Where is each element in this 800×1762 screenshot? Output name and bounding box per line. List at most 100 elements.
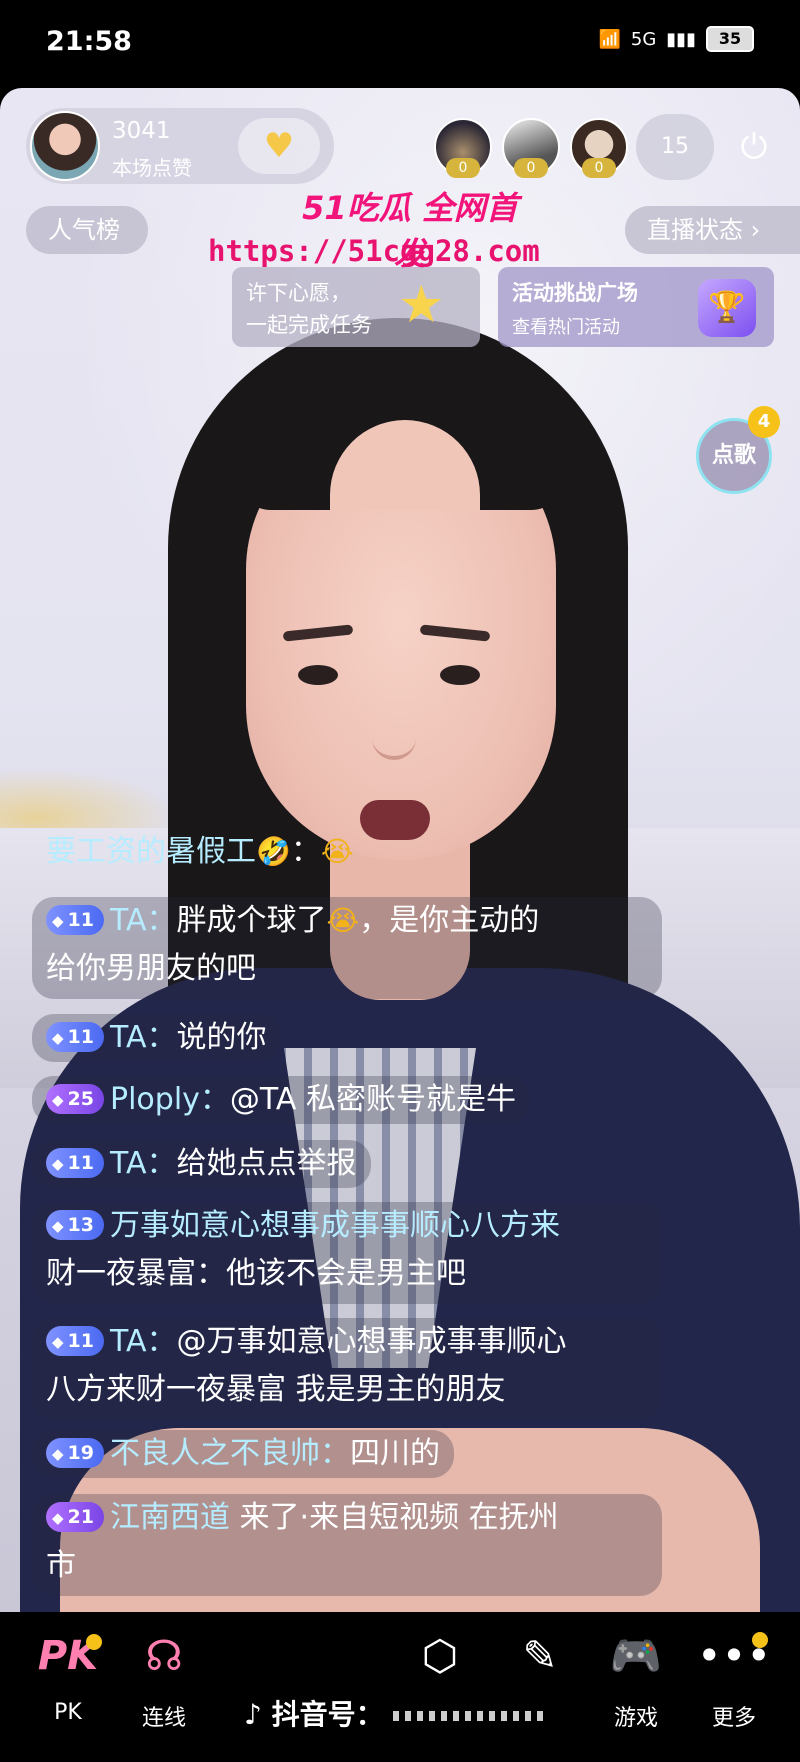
gem-icon: ◆ xyxy=(52,1509,64,1527)
status-icons: 📶 5G ▮▮▮ 35 xyxy=(598,26,754,52)
viewer-badge-2: 0 xyxy=(514,158,548,178)
chat-message-5[interactable]: ◆ 13 万事如意心想事成事事顺心八方来 财一夜暴富：他该不会是男主吧 xyxy=(32,1202,662,1304)
chat-message-4[interactable]: ◆ 11 TA：给她点点举报 xyxy=(32,1140,371,1188)
pk-label: PK xyxy=(54,1700,82,1725)
chat-name: 要工资的暑假工 xyxy=(46,834,256,869)
chat-text-continued: ，是你主动的 xyxy=(359,903,540,938)
chat-text: 给她点点举报 xyxy=(176,1146,357,1181)
status-time: 21:58 xyxy=(46,26,132,57)
network-label: 5G xyxy=(630,28,657,50)
magic-wand-icon: ✎ xyxy=(522,1631,558,1680)
challenge-title: 活动挑战广场 xyxy=(512,281,638,305)
pk-notification-dot xyxy=(86,1634,102,1650)
viewer-badge-3: 0 xyxy=(582,158,616,178)
heart-icon[interactable]: ♥ xyxy=(238,118,320,174)
chat-name: 江南西道 xyxy=(110,1500,230,1535)
level-badge: ◆ 11 xyxy=(46,1326,104,1356)
live-status-button[interactable]: 直播状态 › xyxy=(625,206,800,254)
crying-emoji-icon: 😭 xyxy=(320,835,354,868)
more-notification-dot xyxy=(752,1632,768,1648)
chat-text: ： xyxy=(290,834,321,869)
chat-message-8[interactable]: ◆ 21 江南西道 来了·来自短视频 在抚州 市 xyxy=(32,1494,662,1596)
douyin-id-redacted xyxy=(393,1711,544,1721)
beauty-button[interactable]: ⬡ xyxy=(400,1626,480,1686)
link-icon: ☊ xyxy=(145,1631,183,1680)
chat-message-3[interactable]: ◆ 25 Ploply：@TA 私密账号就是牛 xyxy=(32,1076,530,1124)
popularity-chart-button[interactable]: 人气榜 xyxy=(26,206,148,254)
chat-message-7[interactable]: ◆ 19 不良人之不良帅：四川的 xyxy=(32,1430,454,1478)
gem-icon: ◆ xyxy=(52,1029,64,1047)
power-icon[interactable]: ⏻ xyxy=(727,120,781,174)
level-badge: ◆ 21 xyxy=(46,1502,104,1532)
chat-name: Ploply： xyxy=(110,1082,230,1117)
chat-text-line2: 市 xyxy=(46,1548,76,1583)
chat-name: TA： xyxy=(110,1324,177,1359)
game-label: 游戏 xyxy=(613,1706,658,1731)
wish-line-1: 许下心愿， xyxy=(246,281,351,305)
game-button[interactable]: 🎮 游戏 xyxy=(596,1626,676,1732)
streamer-eye-right xyxy=(440,665,480,685)
chat-name: 万事如意心想事成事事顺心八方来 xyxy=(110,1208,560,1243)
chat-text-line2: 财一夜暴富：他该不会是男主吧 xyxy=(46,1256,466,1291)
level-badge: ◆ 11 xyxy=(46,1148,104,1178)
level-badge: ◆ 25 xyxy=(46,1084,104,1114)
challenge-subtitle: 查看热门活动 xyxy=(512,317,620,338)
watermark-url: https://51cgg28.com xyxy=(208,234,540,268)
wifi-icon: 📶 xyxy=(598,28,621,50)
gem-icon: ◆ xyxy=(52,1217,64,1235)
streamer-eye-left xyxy=(298,665,338,685)
laughing-emoji-icon: 🤣 xyxy=(256,835,291,868)
challenge-card[interactable]: 活动挑战广场 查看热门活动 🏆 xyxy=(498,267,774,347)
wish-task-card[interactable]: 许下心愿， 一起完成任务 ★ xyxy=(232,267,480,347)
host-avatar[interactable] xyxy=(30,111,100,181)
chat-text: @TA 私密账号就是牛 xyxy=(229,1082,516,1117)
chat-message-6[interactable]: ◆ 11 TA：@万事如意心想事成事事顺心 八方来财一夜暴富 我是男主的朋友 xyxy=(32,1318,662,1420)
level-badge: ◆ 11 xyxy=(46,1022,104,1052)
level-badge: ◆ 13 xyxy=(46,1210,104,1240)
aperture-icon: ⬡ xyxy=(421,1631,459,1680)
douyin-label: 抖音号： xyxy=(271,1698,384,1731)
chat-text: 四川的 xyxy=(350,1436,440,1471)
chat-text: 说的你 xyxy=(176,1020,267,1055)
effects-button[interactable]: ✎ xyxy=(500,1626,580,1686)
battery-indicator: 35 xyxy=(706,26,754,52)
chat-text: 胖成个球了 xyxy=(176,903,327,938)
star-icon: ★ xyxy=(398,275,445,335)
viewer-count[interactable]: 15 xyxy=(636,114,714,180)
gem-icon: ◆ xyxy=(52,1155,64,1173)
like-count: 3041 xyxy=(112,118,171,144)
gamepad-icon: 🎮 xyxy=(609,1631,663,1680)
gem-icon: ◆ xyxy=(52,1091,64,1109)
gem-icon: ◆ xyxy=(52,912,64,930)
signal-icon: ▮▮▮ xyxy=(666,28,696,50)
douyin-id: ♪ 抖音号： xyxy=(244,1693,544,1733)
like-label: 本场点赞 xyxy=(112,156,192,180)
streamer-nose xyxy=(372,700,416,760)
chat-message-0[interactable]: 要工资的暑假工🤣：😭 xyxy=(32,828,368,876)
chat-message-1[interactable]: ◆ 11 TA：胖成个球了😭，是你主动的 给你男朋友的吧 xyxy=(32,897,662,999)
chat-text: 来了·来自短视频 在抚州 xyxy=(230,1500,559,1535)
level-badge: ◆ 11 xyxy=(46,905,104,935)
streamer-mouth xyxy=(360,800,430,840)
gem-icon: ◆ xyxy=(52,1333,64,1351)
level-badge: ◆ 19 xyxy=(46,1438,104,1468)
gem-icon: ◆ xyxy=(52,1445,64,1463)
link-label: 连线 xyxy=(141,1706,186,1731)
song-badge: 4 xyxy=(748,406,780,438)
chat-text: @万事如意心想事成事事顺心 xyxy=(176,1324,567,1359)
bottom-toolbar: PK PK ☊ 连线 ⬡ ✎ 🎮 游戏 ••• 更多 xyxy=(0,1612,800,1762)
chat-text-line2: 给你男朋友的吧 xyxy=(46,951,256,986)
wish-line-2: 一起完成任务 xyxy=(246,313,372,337)
more-label: 更多 xyxy=(711,1706,756,1731)
chat-text-line2: 八方来财一夜暴富 我是男主的朋友 xyxy=(46,1372,506,1407)
status-bar: 21:58 📶 5G ▮▮▮ 35 xyxy=(0,0,800,88)
link-button[interactable]: ☊ 连线 xyxy=(124,1626,204,1732)
chat-name: TA： xyxy=(110,903,177,938)
viewer-badge-1: 0 xyxy=(446,158,480,178)
trophy-icon: 🏆 xyxy=(698,279,756,337)
chat-name: TA： xyxy=(110,1146,177,1181)
tiktok-icon: ♪ xyxy=(244,1698,262,1731)
chat-name: 不良人之不良帅： xyxy=(110,1436,350,1471)
crying-emoji-icon: 😭 xyxy=(326,904,360,937)
chat-message-2[interactable]: ◆ 11 TA：说的你 xyxy=(32,1014,281,1062)
